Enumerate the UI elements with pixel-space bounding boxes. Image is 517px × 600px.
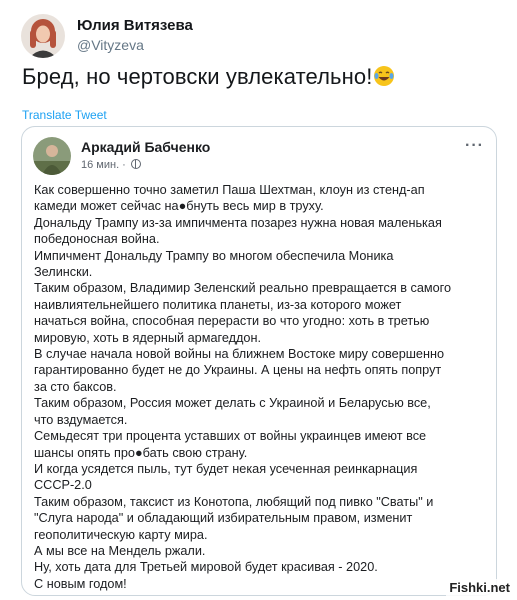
author-handle[interactable]: @Vityzeva	[77, 37, 144, 53]
post-line: Зелински.	[34, 265, 93, 280]
post-line: Таким образом, Владимир Зеленский реальн…	[34, 281, 452, 296]
post-line: Ну, хоть дата для Третьей мировой будет …	[34, 560, 378, 575]
post-line: Импичмент Дональду Трампу во многом обес…	[34, 248, 394, 263]
post-line: мировую, хоть в ядерный армагеддон.	[34, 330, 262, 345]
more-options-icon[interactable]: ···	[465, 137, 484, 155]
post-line: за сто баксов.	[34, 379, 117, 394]
author-name[interactable]: Юлия Витязева	[77, 17, 193, 34]
post-line: гарантированно будет не до Украины. А це…	[34, 363, 442, 378]
tweet-text-content: Бред, но чертовски увлекательно!	[22, 64, 373, 89]
post-line: А мы все на Мендель ржали.	[34, 543, 206, 558]
face-with-tears-of-joy-icon	[373, 65, 395, 87]
post-line: камеди может сейчас на●бнуть весь мир в …	[34, 199, 324, 214]
quoted-post-body: Как совершенно точно заметил Паша Шехтма…	[34, 182, 489, 592]
post-line: Дональду Трампу из-за импичмента позарез…	[34, 215, 442, 230]
quoted-author-avatar[interactable]	[33, 137, 71, 175]
post-line: И когда усядется пыль, тут будет некая у…	[34, 461, 418, 476]
post-line: Таким образом, Россия может делать с Укр…	[34, 396, 431, 411]
post-line: Как совершенно точно заметил Паша Шехтма…	[34, 183, 425, 197]
tweet-text: Бред, но чертовски увлекательно!	[22, 64, 395, 90]
author-avatar[interactable]	[21, 14, 65, 58]
post-line: шансы опять про●бать свою страну.	[34, 445, 248, 460]
post-line: "Слуга народа" и обладающий избирательны…	[34, 511, 413, 526]
post-line: Таким образом, таксист из Конотопа, любя…	[34, 494, 434, 509]
post-line: геополитическую карту мира.	[34, 527, 208, 542]
post-line: начаться война, способная перерасти во ч…	[34, 314, 430, 329]
quoted-author-name[interactable]: Аркадий Бабченко	[81, 139, 210, 155]
quoted-post-time[interactable]: 16 мин. ·	[81, 159, 126, 171]
quoted-facebook-post[interactable]: Аркадий Бабченко 16 мин. · ··· Как совер…	[21, 126, 497, 596]
tweet-card: Юлия Витязева @Vityzeva Бред, но чертовс…	[0, 0, 517, 600]
watermark: Fishki.net	[446, 579, 513, 596]
quoted-post-meta: 16 мин. ·	[81, 159, 141, 171]
post-line: наивлиятельнейшего политика планеты, из-…	[34, 297, 402, 312]
globe-icon	[130, 159, 141, 169]
post-line: С новым годом!	[34, 576, 127, 591]
post-line: В случае начала новой войны на ближнем В…	[34, 347, 445, 362]
post-line: что вздумается.	[34, 412, 128, 427]
post-line: СССР-2.0	[34, 478, 92, 493]
translate-tweet-link[interactable]: Translate Tweet	[22, 108, 107, 122]
post-line: Семьдесят три процента уставших от войны…	[34, 429, 427, 444]
post-line: победоносная война.	[34, 232, 160, 247]
